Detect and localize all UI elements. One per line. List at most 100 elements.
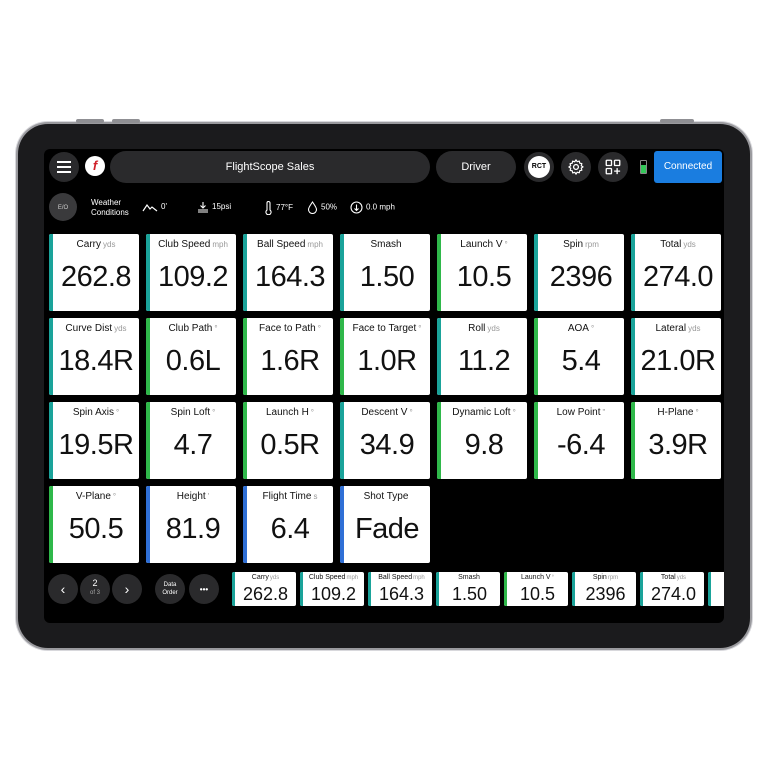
summary-value: 262.8 (242, 584, 289, 604)
temperature-value: 77°F (276, 203, 293, 213)
metric-label: Club Speed mph (150, 239, 236, 250)
menu-icon-bar (57, 166, 71, 168)
metric-tile-launch-h[interactable]: Launch H ° 0.5R (243, 402, 333, 479)
summary-label: Totalyds (643, 574, 704, 581)
metric-value: 109.2 (157, 261, 229, 293)
metric-name: Low Point (556, 407, 601, 418)
more-options-button[interactable]: ••• (189, 574, 219, 604)
metric-tile-descent-v[interactable]: Descent V ° 34.9 (340, 402, 430, 479)
summary-label: Smash (439, 574, 500, 581)
summary-unit: mph (413, 575, 425, 581)
altitude-readout: 0' (142, 201, 167, 213)
metric-label: Carry yds (53, 239, 139, 250)
metric-name: Spin Loft (170, 407, 211, 418)
summary-value: 164.3 (378, 584, 425, 604)
metric-tile-launch-v[interactable]: Launch V ° 10.5 (437, 234, 527, 311)
metric-tile-smash[interactable]: Smash 1.50 (340, 234, 430, 311)
metric-name: H-Plane (657, 407, 694, 418)
weather-label-line1: Weather (91, 198, 122, 207)
eo-toggle-button[interactable]: E/O (49, 193, 77, 221)
battery-icon (640, 160, 647, 174)
prev-page-button[interactable]: ‹ (48, 574, 78, 604)
summary-label: Spinrpm (575, 574, 636, 581)
metric-label: Face to Path ° (247, 323, 333, 334)
metric-name: Descent V (361, 407, 408, 418)
wind-direction-icon (350, 201, 363, 214)
metric-tile-dynamic-loft[interactable]: Dynamic Loft ° 9.8 (437, 402, 527, 479)
summary-tile-spin[interactable]: Spinrpm 2396 (572, 572, 636, 606)
metric-name: Height (176, 491, 206, 502)
summary-tile-smash[interactable]: Smash 1.50 (436, 572, 500, 606)
summary-tile-carry[interactable]: Carryyds 262.8 (232, 572, 296, 606)
session-selector[interactable]: FlightScope Sales (110, 151, 430, 183)
metric-tile-club-path[interactable]: Club Path ° 0.6L (146, 318, 236, 395)
summary-value: 1 (711, 584, 724, 605)
metric-unit: yds (114, 324, 127, 333)
summary-label: Club Speedmph (303, 574, 364, 581)
metric-tile-curve-dist[interactable]: Curve Dist yds 18.4R (49, 318, 139, 395)
metric-tile-spin[interactable]: Spin rpm 2396 (534, 234, 624, 311)
metric-label: Total yds (635, 239, 721, 250)
page-indicator: 2 of 3 (80, 574, 110, 604)
metric-tile-ball-speed[interactable]: Ball Speed mph 164.3 (243, 234, 333, 311)
metric-name: Carry (76, 239, 101, 250)
metric-name: Spin (563, 239, 584, 250)
rct-button[interactable]: RCT (524, 152, 554, 182)
pressure-icon (198, 202, 208, 213)
metric-tile-height[interactable]: Height ' 81.9 (146, 486, 236, 563)
metric-label: Face to Target ° (344, 323, 430, 334)
summary-value: 2396 (585, 584, 626, 604)
humidity-value: 50% (321, 202, 338, 212)
metric-value: 6.4 (270, 513, 310, 545)
metric-tile-h-plane[interactable]: H-Plane ° 3.9R (631, 402, 721, 479)
power-button (660, 119, 694, 123)
metric-tile-carry[interactable]: Carry yds 262.8 (49, 234, 139, 311)
metric-tile-low-point[interactable]: Low Point " -6.4 (534, 402, 624, 479)
metric-name: Roll (468, 323, 486, 334)
metric-tile-lateral[interactable]: Lateral yds 21.0R (631, 318, 721, 395)
metric-tile-face-to-path[interactable]: Face to Path ° 1.6R (243, 318, 333, 395)
metric-tile-v-plane[interactable]: V-Plane ° 50.5 (49, 486, 139, 563)
summary-unit: yds (676, 575, 687, 581)
metric-name: Club Speed (158, 239, 211, 250)
summary-name: Total (660, 574, 676, 581)
metric-tile-shot-type[interactable]: Shot Type Fade (340, 486, 430, 563)
data-order-button[interactable]: Data Order (155, 574, 185, 604)
metric-tile-total[interactable]: Total yds 274.0 (631, 234, 721, 311)
ellipsis-icon: ••• (199, 585, 209, 594)
metric-value: 1.6R (260, 345, 320, 377)
metric-tile-roll[interactable]: Roll yds 11.2 (437, 318, 527, 395)
metric-name: Shot Type (363, 491, 409, 502)
summary-tile-club-speed[interactable]: Club Speedmph 109.2 (300, 572, 364, 606)
metric-tile-face-to-target[interactable]: Face to Target ° 1.0R (340, 318, 430, 395)
summary-tile-launch-v[interactable]: Launch V° 10.5 (504, 572, 568, 606)
chevron-left-icon: ‹ (60, 581, 66, 597)
metric-label: Ball Speed mph (247, 239, 333, 250)
next-page-button[interactable]: › (112, 574, 142, 604)
menu-button[interactable] (49, 152, 79, 182)
connection-status-button[interactable]: Connected (654, 151, 722, 183)
settings-button[interactable] (561, 152, 591, 182)
metric-tile-spin-loft[interactable]: Spin Loft ° 4.7 (146, 402, 236, 479)
weather-conditions-label[interactable]: Weather Conditions (91, 198, 129, 218)
summary-tile-cu[interactable]: Cu 1 (708, 572, 724, 606)
summary-name: Ball Speed (378, 574, 413, 581)
summary-name: Club Speed (308, 574, 346, 581)
summary-tile-total[interactable]: Totalyds 274.0 (640, 572, 704, 606)
metric-tile-aoa[interactable]: AOA ° 5.4 (534, 318, 624, 395)
metric-unit: yds (688, 324, 701, 333)
metric-unit: mph (307, 240, 323, 249)
thermometer-icon (265, 201, 272, 216)
metric-tile-flight-time[interactable]: Flight Time s 6.4 (243, 486, 333, 563)
metric-tile-club-speed[interactable]: Club Speed mph 109.2 (146, 234, 236, 311)
metric-label: Launch H ° (247, 407, 333, 418)
menu-icon (57, 161, 71, 163)
metric-name: Dynamic Loft (452, 407, 511, 418)
summary-tile-ball-speed[interactable]: Ball Speedmph 164.3 (368, 572, 432, 606)
metric-label: Dynamic Loft ° (441, 407, 527, 418)
add-widget-button[interactable] (598, 152, 628, 182)
club-selector[interactable]: Driver (436, 151, 516, 183)
metric-unit: ° (418, 324, 422, 333)
wind-readout: 0.0 mph (350, 201, 395, 214)
metric-tile-spin-axis[interactable]: Spin Axis ° 19.5R (49, 402, 139, 479)
